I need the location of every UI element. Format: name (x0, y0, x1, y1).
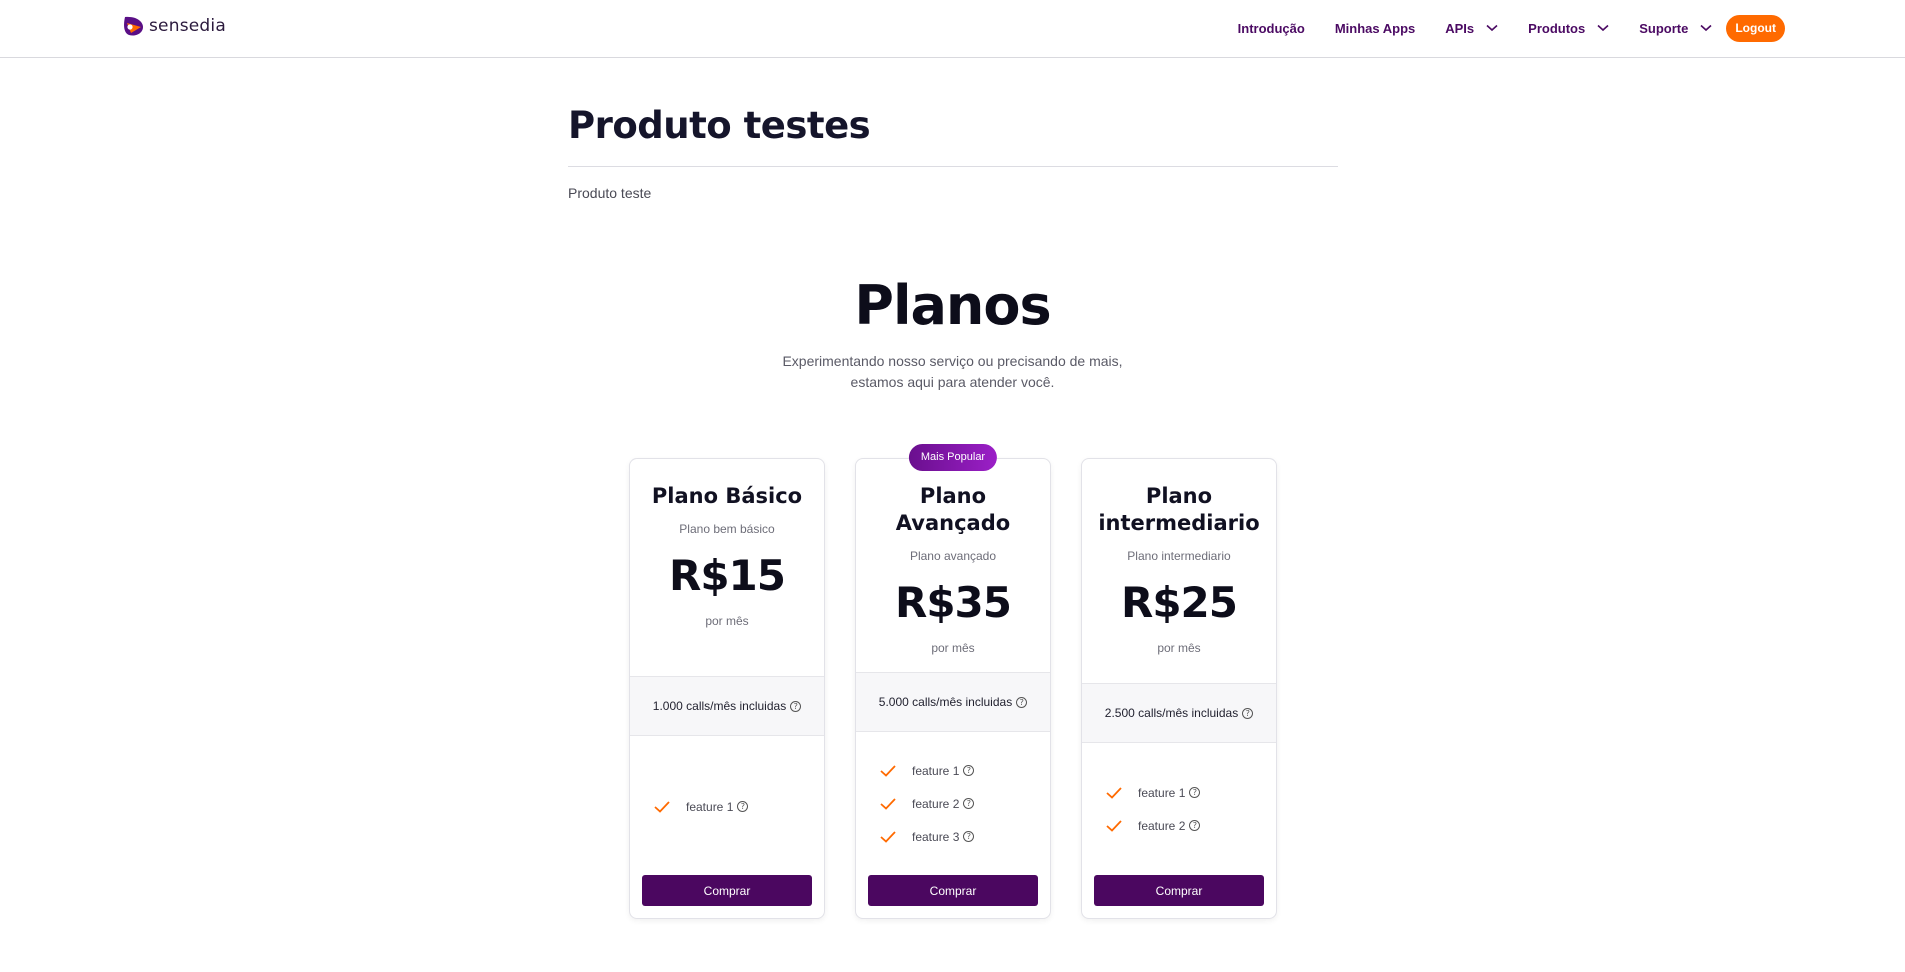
plan-period: por mês (705, 614, 749, 628)
plan-calls: 1.000 calls/mês incluidas ? (630, 676, 824, 736)
feature-item: feature 2 ? (880, 787, 1040, 820)
feature-label: feature 1 (686, 799, 734, 814)
sensedia-logo[interactable]: sensedia (121, 14, 226, 38)
plan-calls-text: 1.000 calls/mês incluidas (652, 699, 787, 713)
nav-apis-label: APIs (1445, 20, 1475, 36)
chevron-down-icon (1597, 24, 1609, 32)
feature-item: feature 1 ? (654, 790, 814, 823)
nav-suporte-dropdown[interactable]: Suporte (1639, 21, 1712, 36)
most-popular-badge: Mais Popular (908, 444, 998, 471)
check-icon (1106, 819, 1122, 832)
main-nav: Introdução Minhas Apps APIs Produtos Sup… (1208, 14, 1785, 42)
help-icon[interactable]: ? (737, 801, 749, 812)
plan-card-avancado: Mais Popular Plano Avançado Plano avança… (855, 444, 1051, 919)
feature-label: feature 1 (1138, 785, 1186, 800)
plan-name-line2: Avançado (895, 511, 1011, 535)
check-icon (880, 797, 896, 810)
product-description: Produto teste (568, 185, 652, 201)
sensedia-logo-icon (124, 16, 143, 36)
plan-calls: 2.500 calls/mês incluidas ? (1082, 683, 1276, 743)
check-icon (880, 830, 896, 843)
feature-label: feature 2 (912, 796, 960, 811)
product-divider (568, 166, 1338, 167)
plan-period: por mês (1157, 641, 1201, 655)
nav-apis-dropdown[interactable]: APIs (1445, 21, 1498, 36)
plan-description: Plano intermediario (1127, 549, 1231, 563)
plans-title: Planos (854, 274, 1051, 337)
feature-label: feature 3 (912, 829, 960, 844)
plan-name: Plano Básico (651, 484, 803, 508)
plan-card-basico: Plano Básico Plano bem básico R$15 por m… (629, 458, 825, 919)
nav-introducao[interactable]: Introdução (1238, 21, 1305, 36)
plan-price: R$25 (1120, 578, 1238, 627)
help-icon[interactable]: ? (790, 700, 802, 712)
nav-minhas-apps-label: Minhas Apps (1334, 20, 1416, 36)
feature-item: feature 2 ? (1106, 809, 1266, 842)
help-icon[interactable]: ? (963, 765, 975, 776)
feature-item: feature 3 ? (880, 820, 1040, 853)
plans-heading: Planos Experimentando nosso serviço ou p… (0, 274, 1905, 393)
feature-label: feature 1 (912, 763, 960, 778)
plans-subtitle-line2: estamos aqui para atender você. (850, 374, 1055, 390)
check-icon (654, 800, 670, 813)
plan-description: Plano avançado (909, 549, 997, 563)
plan-name: Plano Avançado (856, 483, 1050, 537)
nav-introducao-label: Introdução (1237, 20, 1305, 36)
help-icon[interactable]: ? (963, 831, 975, 842)
logout-button[interactable]: Logout (1726, 14, 1785, 42)
plan-name-line2: intermediario (1098, 511, 1260, 535)
plan-description: Plano bem básico (679, 522, 775, 536)
help-icon[interactable]: ? (963, 798, 975, 809)
top-navbar: sensedia Introdução Minhas Apps APIs Pro… (0, 0, 1905, 58)
plan-name-line1: Plano (919, 484, 987, 508)
logo-text: sensedia (149, 16, 226, 36)
chevron-down-icon (1700, 24, 1712, 32)
nav-produtos-label: Produtos (1528, 20, 1586, 36)
plan-name: Plano intermediario (1082, 483, 1276, 537)
plan-price: R$35 (894, 578, 1012, 627)
plan-period: por mês (931, 641, 975, 655)
plan-card-intermediario: Plano intermediario Plano intermediario … (1081, 458, 1277, 919)
product-title: Produto testes (568, 104, 871, 147)
check-icon (1106, 786, 1122, 799)
buy-button[interactable]: Comprar (868, 875, 1038, 906)
nav-minhas-apps[interactable]: Minhas Apps (1335, 21, 1415, 36)
check-icon (880, 764, 896, 777)
plan-calls: 5.000 calls/mês incluidas ? (856, 672, 1050, 732)
plan-calls-text: 5.000 calls/mês incluidas (878, 695, 1013, 709)
feature-item: feature 1 ? (880, 754, 1040, 787)
buy-button[interactable]: Comprar (1094, 875, 1264, 906)
help-icon[interactable]: ? (1189, 787, 1201, 798)
nav-suporte-label: Suporte (1639, 20, 1689, 36)
plan-calls-text: 2.500 calls/mês incluidas (1104, 706, 1239, 720)
feature-item: feature 1 ? (1106, 776, 1266, 809)
help-icon[interactable]: ? (1016, 696, 1028, 708)
plan-features: feature 1 ? feature 2 ? (1106, 776, 1266, 842)
chevron-down-icon (1486, 24, 1498, 32)
plan-price: R$15 (668, 551, 786, 600)
plan-features: feature 1 ? (654, 790, 814, 823)
plans-subtitle: Experimentando nosso serviço ou precisan… (0, 351, 1905, 393)
nav-produtos-dropdown[interactable]: Produtos (1528, 21, 1609, 36)
buy-button[interactable]: Comprar (642, 875, 812, 906)
help-icon[interactable]: ? (1242, 707, 1254, 719)
help-icon[interactable]: ? (1189, 820, 1201, 831)
plan-features: feature 1 ? feature 2 ? feature 3 ? (880, 754, 1040, 853)
plans-subtitle-line1: Experimentando nosso serviço ou precisan… (782, 353, 1123, 369)
feature-label: feature 2 (1138, 818, 1186, 833)
plan-name-line1: Plano (1145, 484, 1213, 508)
product-header: Produto testes Produto teste (568, 104, 1338, 201)
